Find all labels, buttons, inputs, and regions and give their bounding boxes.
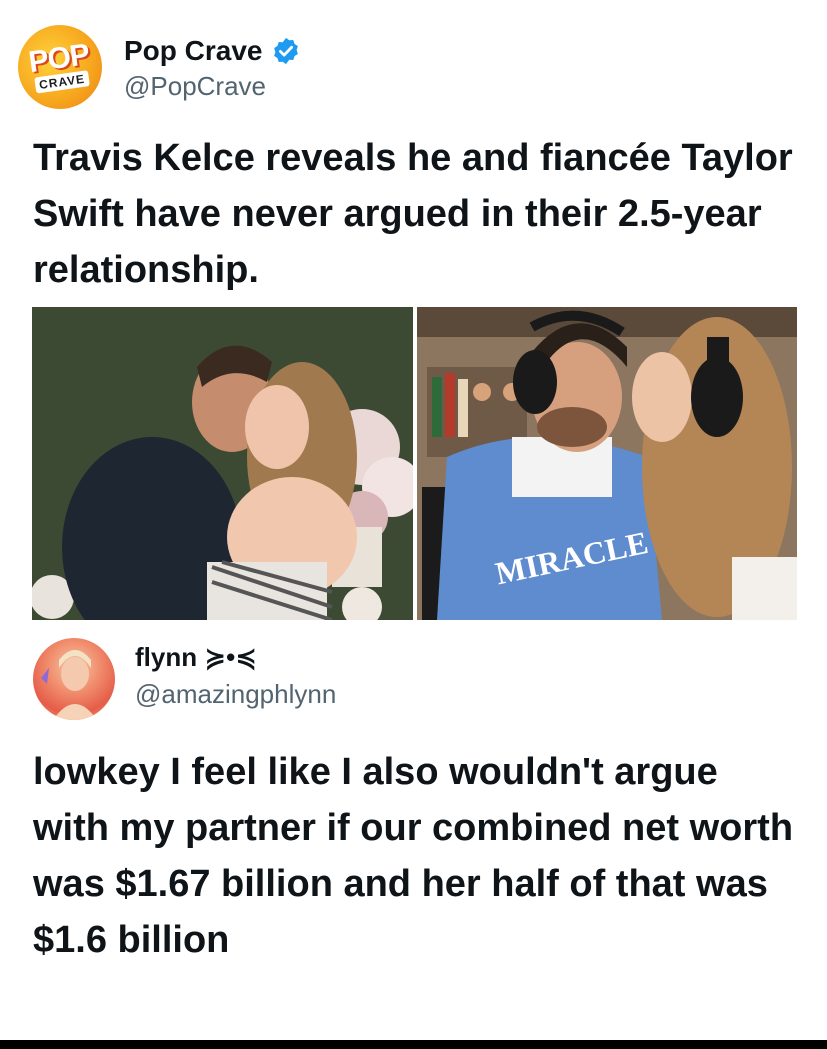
quote-handle[interactable]: @amazingphlynn [135,679,336,710]
quote-header: flynn ≽•≼ @amazingphlynn [33,634,336,724]
author-block: Pop Crave @PopCrave [124,33,301,102]
quote-display-name[interactable]: flynn ≽•≼ [135,642,336,673]
handle[interactable]: @PopCrave [124,71,301,102]
avatar[interactable]: POP CRAVE [12,19,108,115]
bottom-divider [0,1040,827,1049]
media-photo-1[interactable] [32,307,413,620]
display-name-row: Pop Crave [124,33,301,69]
quote-author-block: flynn ≽•≼ @amazingphlynn [135,642,336,710]
media-grid: MIRACLE [32,307,797,620]
media-photo-2[interactable]: MIRACLE [417,307,797,620]
display-name[interactable]: Pop Crave [124,35,263,67]
quote-avatar[interactable] [33,638,115,720]
verified-badge-icon [271,36,301,66]
quote-text: lowkey I feel like I also wouldn't argue… [33,751,794,961]
post-header: POP CRAVE Pop Crave @PopCrave [12,19,301,115]
post-text: Travis Kelce reveals he and fiancée Tayl… [33,137,793,291]
